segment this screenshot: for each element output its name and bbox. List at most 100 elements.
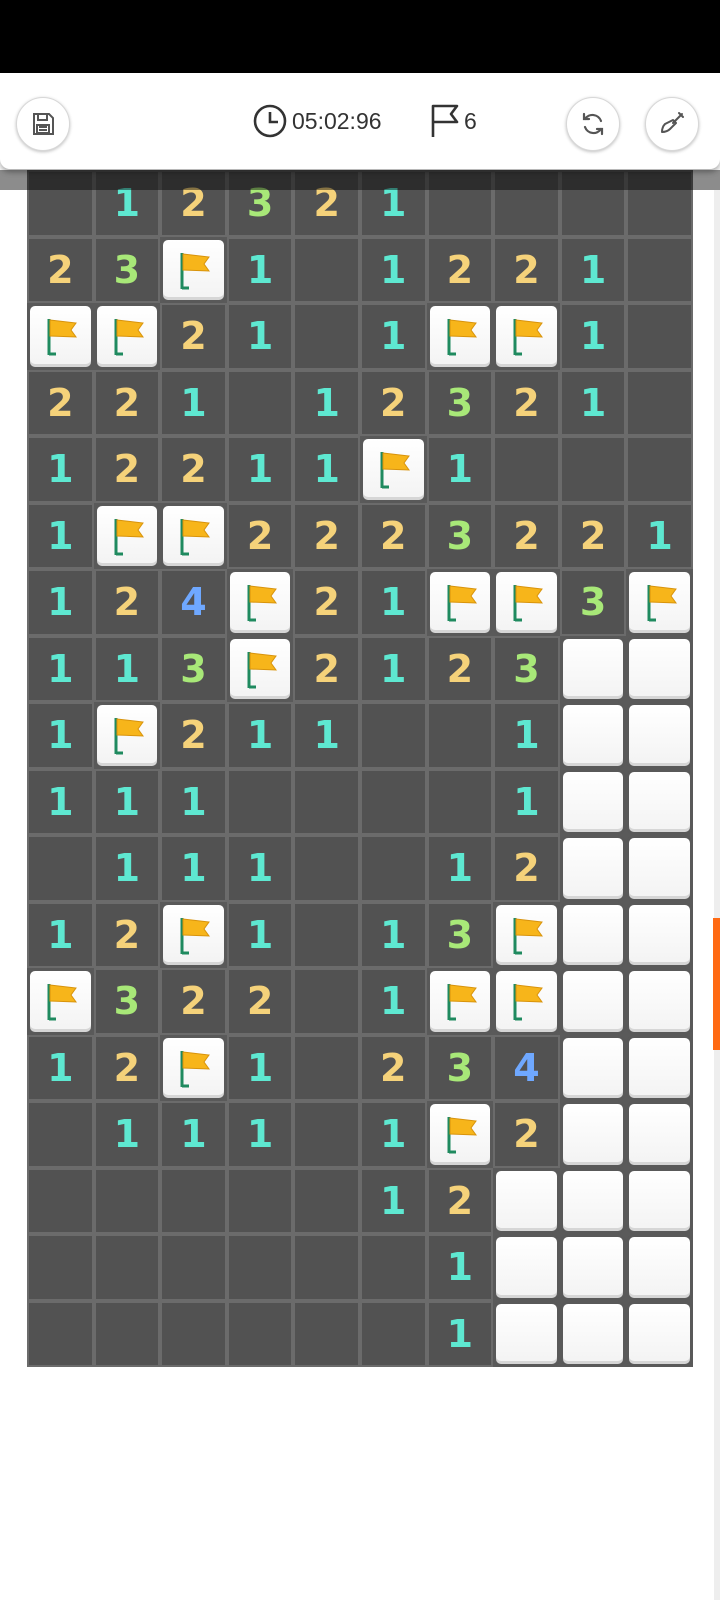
number-cell[interactable]: 2	[493, 369, 560, 436]
number-cell[interactable]: 1	[559, 369, 627, 436]
empty-cell[interactable]	[160, 1234, 227, 1301]
number-cell[interactable]: 2	[493, 502, 560, 569]
empty-cell[interactable]	[559, 436, 627, 503]
empty-cell[interactable]	[426, 702, 494, 769]
number-cell[interactable]: 2	[426, 635, 494, 702]
number-cell[interactable]: 1	[226, 702, 294, 769]
number-cell[interactable]: 1	[359, 236, 427, 303]
number-cell[interactable]: 1	[426, 436, 494, 503]
number-cell[interactable]: 2	[93, 369, 161, 436]
flagged-cell[interactable]	[493, 303, 560, 370]
unrevealed-cell[interactable]	[626, 768, 693, 835]
number-cell[interactable]: 1	[359, 968, 427, 1035]
unrevealed-cell[interactable]	[626, 1300, 693, 1367]
number-cell[interactable]: 2	[359, 369, 427, 436]
number-cell[interactable]: 1	[160, 835, 227, 902]
unrevealed-cell[interactable]	[493, 1234, 560, 1301]
number-cell[interactable]: 1	[359, 1101, 427, 1168]
flagged-cell[interactable]	[226, 635, 294, 702]
save-button[interactable]	[16, 97, 70, 151]
flagged-cell[interactable]	[426, 968, 494, 1035]
number-cell[interactable]: 1	[359, 303, 427, 370]
number-cell[interactable]: 1	[93, 835, 161, 902]
empty-cell[interactable]	[626, 236, 693, 303]
number-cell[interactable]: 3	[426, 1034, 494, 1101]
unrevealed-cell[interactable]	[559, 1034, 627, 1101]
number-cell[interactable]: 1	[493, 702, 560, 769]
flagged-cell[interactable]	[27, 303, 94, 370]
number-cell[interactable]: 3	[160, 635, 227, 702]
flagged-cell[interactable]	[426, 1101, 494, 1168]
number-cell[interactable]: 1	[160, 369, 227, 436]
unrevealed-cell[interactable]	[559, 1167, 627, 1234]
number-cell[interactable]: 2	[160, 303, 227, 370]
unrevealed-cell[interactable]	[559, 1300, 627, 1367]
number-cell[interactable]: 1	[27, 502, 94, 569]
number-cell[interactable]: 2	[493, 1101, 560, 1168]
unrevealed-cell[interactable]	[559, 768, 627, 835]
unrevealed-cell[interactable]	[626, 1234, 693, 1301]
flagged-cell[interactable]	[160, 1034, 227, 1101]
flagged-cell[interactable]	[626, 569, 693, 636]
empty-cell[interactable]	[359, 1234, 427, 1301]
empty-cell[interactable]	[93, 1167, 161, 1234]
empty-cell[interactable]	[293, 1234, 360, 1301]
number-cell[interactable]: 1	[426, 835, 494, 902]
empty-cell[interactable]	[226, 1300, 294, 1367]
number-cell[interactable]: 2	[359, 1034, 427, 1101]
number-cell[interactable]: 1	[293, 436, 360, 503]
flagged-cell[interactable]	[426, 569, 494, 636]
number-cell[interactable]: 2	[426, 236, 494, 303]
number-cell[interactable]: 1	[293, 702, 360, 769]
empty-cell[interactable]	[226, 1234, 294, 1301]
number-cell[interactable]: 1	[27, 569, 94, 636]
flagged-cell[interactable]	[359, 436, 427, 503]
unrevealed-cell[interactable]	[493, 1300, 560, 1367]
empty-cell[interactable]	[226, 1167, 294, 1234]
number-cell[interactable]: 3	[426, 901, 494, 968]
number-cell[interactable]: 1	[226, 236, 294, 303]
unrevealed-cell[interactable]	[626, 702, 693, 769]
empty-cell[interactable]	[359, 702, 427, 769]
number-cell[interactable]: 1	[426, 1234, 494, 1301]
empty-cell[interactable]	[426, 768, 494, 835]
number-cell[interactable]: 1	[226, 303, 294, 370]
empty-cell[interactable]	[27, 1167, 94, 1234]
number-cell[interactable]: 1	[226, 436, 294, 503]
unrevealed-cell[interactable]	[626, 835, 693, 902]
number-cell[interactable]: 1	[27, 768, 94, 835]
number-cell[interactable]: 4	[493, 1034, 560, 1101]
number-cell[interactable]: 1	[226, 901, 294, 968]
number-cell[interactable]: 2	[93, 436, 161, 503]
empty-cell[interactable]	[359, 835, 427, 902]
empty-cell[interactable]	[293, 968, 360, 1035]
unrevealed-cell[interactable]	[626, 1034, 693, 1101]
unrevealed-cell[interactable]	[559, 835, 627, 902]
scrollbar-thumb[interactable]	[713, 918, 720, 1050]
number-cell[interactable]: 1	[27, 901, 94, 968]
flagged-cell[interactable]	[160, 901, 227, 968]
number-cell[interactable]: 2	[160, 702, 227, 769]
number-cell[interactable]: 2	[293, 502, 360, 569]
number-cell[interactable]: 1	[426, 1300, 494, 1367]
empty-cell[interactable]	[27, 1300, 94, 1367]
number-cell[interactable]: 2	[27, 236, 94, 303]
number-cell[interactable]: 2	[559, 502, 627, 569]
empty-cell[interactable]	[293, 835, 360, 902]
empty-cell[interactable]	[226, 768, 294, 835]
empty-cell[interactable]	[93, 1300, 161, 1367]
number-cell[interactable]: 4	[160, 569, 227, 636]
number-cell[interactable]: 1	[359, 635, 427, 702]
empty-cell[interactable]	[160, 1300, 227, 1367]
number-cell[interactable]: 2	[226, 968, 294, 1035]
empty-cell[interactable]	[293, 1167, 360, 1234]
flagged-cell[interactable]	[93, 502, 161, 569]
number-cell[interactable]: 3	[426, 369, 494, 436]
empty-cell[interactable]	[293, 1034, 360, 1101]
empty-cell[interactable]	[293, 236, 360, 303]
unrevealed-cell[interactable]	[626, 901, 693, 968]
number-cell[interactable]: 1	[226, 1101, 294, 1168]
number-cell[interactable]: 2	[493, 835, 560, 902]
unrevealed-cell[interactable]	[559, 635, 627, 702]
number-cell[interactable]: 3	[93, 236, 161, 303]
